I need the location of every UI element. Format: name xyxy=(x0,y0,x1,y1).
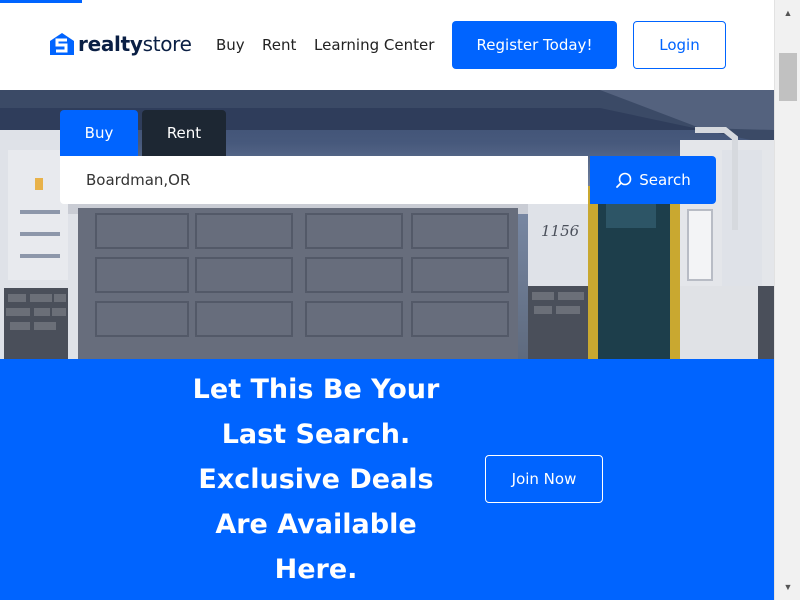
search-icon xyxy=(616,172,632,188)
promo-banner: Let This Be Your Last Search. Exclusive … xyxy=(0,359,774,600)
join-now-button[interactable]: Join Now xyxy=(485,455,603,503)
promo-headline: Let This Be Your Last Search. Exclusive … xyxy=(192,374,440,585)
arrow-down-icon[interactable]: ▼ xyxy=(775,578,800,595)
tab-buy[interactable]: Buy xyxy=(60,110,138,156)
page-scrollbar[interactable]: ▲ ▼ xyxy=(774,0,800,600)
house-s-logo-icon xyxy=(50,33,74,55)
svg-text:1156: 1156 xyxy=(541,222,580,240)
nav-learning-center-link[interactable]: Learning Center xyxy=(314,36,434,54)
scrollbar-thumb[interactable] xyxy=(779,53,797,101)
nav-buy-link[interactable]: Buy xyxy=(216,36,245,54)
site-header: realtystore Buy Rent Learning Center Reg… xyxy=(0,0,774,90)
search-button-label: Search xyxy=(639,171,691,189)
page: realtystore Buy Rent Learning Center Reg… xyxy=(0,0,774,600)
focus-indicator xyxy=(0,0,82,3)
search-button[interactable]: Search xyxy=(590,156,716,204)
location-search-input[interactable] xyxy=(60,156,588,204)
nav-rent-link[interactable]: Rent xyxy=(262,36,296,54)
realtystore-logo[interactable]: realtystore xyxy=(48,30,192,58)
arrow-up-icon[interactable]: ▲ xyxy=(775,4,800,21)
logo-wordmark: realtystore xyxy=(78,32,192,56)
tab-rent[interactable]: Rent xyxy=(142,110,226,156)
login-button[interactable]: Login xyxy=(633,21,726,69)
register-button[interactable]: Register Today! xyxy=(452,21,617,69)
